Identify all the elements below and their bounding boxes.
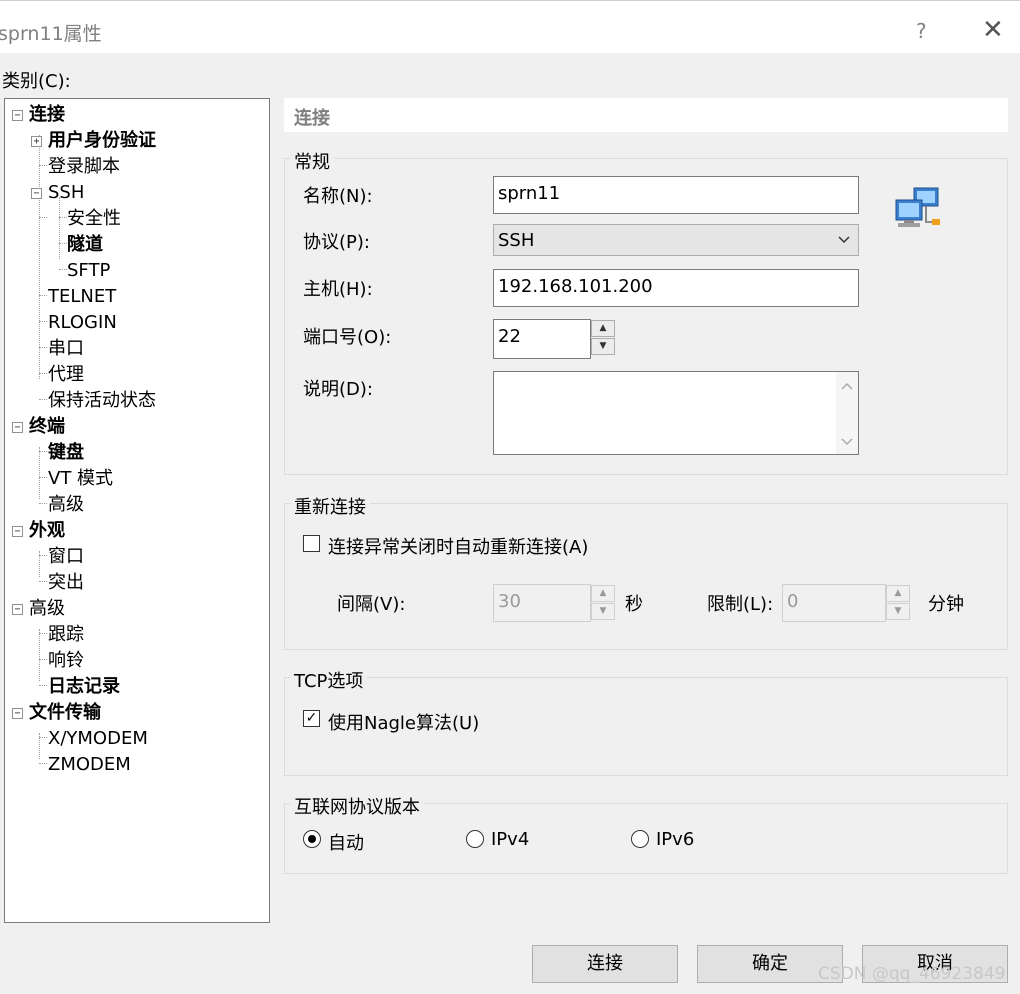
connect-button[interactable]: 连接	[532, 945, 678, 983]
tree-item-terminal[interactable]: 终端	[29, 414, 65, 440]
chevron-down-icon	[838, 236, 850, 244]
tree-item-logging[interactable]: 日志记录	[48, 674, 120, 700]
nagle-checkbox[interactable]: ✓	[303, 710, 320, 727]
close-icon[interactable]: ✕	[982, 15, 1004, 45]
title-bar: sprn11属性 ? ✕	[0, 0, 1020, 53]
protocol-value: SSH	[498, 230, 535, 251]
tree-item-rlogin[interactable]: RLOGIN	[48, 310, 117, 336]
tree-item-vt-mode[interactable]: VT 模式	[48, 466, 113, 492]
auto-reconnect-checkbox[interactable]	[303, 535, 320, 552]
protocol-select[interactable]: SSH	[493, 224, 859, 256]
port-input[interactable]: 22	[493, 319, 591, 359]
tree-item-sftp[interactable]: SFTP	[67, 258, 110, 284]
tree-item-login-script[interactable]: 登录脚本	[48, 154, 120, 180]
reconnect-group-title: 重新连接	[290, 493, 370, 519]
port-spinner[interactable]: ▲ ▼	[591, 320, 615, 356]
interval-input[interactable]: 30	[493, 584, 591, 622]
tree-item-security[interactable]: 安全性	[67, 206, 121, 232]
nagle-label[interactable]: 使用Nagle算法(U)	[328, 709, 479, 735]
ipv6-label[interactable]: IPv6	[656, 829, 694, 850]
port-label: 端口号(O):	[303, 327, 392, 348]
spin-up-icon[interactable]: ▲	[886, 585, 910, 602]
tree-item-telnet[interactable]: TELNET	[48, 284, 116, 310]
section-title: 连接	[294, 108, 330, 129]
tree-item-serial[interactable]: 串口	[48, 336, 84, 362]
tree-item-file-transfer[interactable]: 文件传输	[29, 700, 101, 726]
collapse-icon[interactable]: −	[12, 422, 23, 433]
tree-item-user-auth[interactable]: 用户身份验证	[48, 128, 156, 154]
auto-reconnect-label[interactable]: 连接异常关闭时自动重新连接(A)	[328, 533, 588, 559]
expand-icon[interactable]: +	[31, 136, 42, 147]
limit-spinner[interactable]: ▲ ▼	[886, 585, 910, 621]
collapse-icon[interactable]: −	[12, 604, 23, 615]
collapse-icon[interactable]: −	[12, 110, 23, 121]
tcp-group-title: TCP选项	[290, 667, 368, 693]
general-group-title: 常规	[290, 148, 334, 174]
ip-auto-radio[interactable]	[303, 830, 321, 848]
section-header: 连接	[284, 98, 1008, 132]
category-label: 类别(C):	[2, 71, 71, 92]
collapse-icon[interactable]: −	[12, 708, 23, 719]
ip-version-group-title: 互联网协议版本	[290, 793, 424, 819]
tree-item-advanced[interactable]: 高级	[29, 596, 65, 622]
description-textarea[interactable]	[493, 371, 859, 455]
tree-item-highlight[interactable]: 突出	[48, 570, 84, 596]
name-label: 名称(N):	[303, 186, 373, 207]
window-title: sprn11属性	[0, 23, 102, 45]
tree-item-trace[interactable]: 跟踪	[48, 622, 84, 648]
tree-item-zmodem[interactable]: ZMODEM	[48, 752, 131, 778]
interval-label: 间隔(V):	[337, 594, 406, 615]
tree-item-keepalive[interactable]: 保持活动状态	[48, 388, 156, 414]
collapse-icon[interactable]: −	[31, 188, 42, 199]
protocol-label: 协议(P):	[303, 232, 370, 253]
ip-auto-label[interactable]: 自动	[328, 829, 364, 855]
tree-item-appearance[interactable]: 外观	[29, 518, 65, 544]
limit-input[interactable]: 0	[782, 584, 886, 622]
spin-up-icon[interactable]: ▲	[591, 585, 615, 602]
tree-item-bell[interactable]: 响铃	[48, 648, 84, 674]
host-input[interactable]: 192.168.101.200	[493, 269, 859, 307]
tree-item-proxy[interactable]: 代理	[48, 362, 84, 388]
help-icon[interactable]: ?	[916, 19, 927, 43]
reconnect-group	[284, 503, 1008, 650]
spin-up-icon[interactable]: ▲	[591, 320, 615, 337]
spin-down-icon[interactable]: ▼	[591, 603, 615, 620]
tree-item-terminal-advanced[interactable]: 高级	[48, 492, 84, 518]
limit-label: 限制(L):	[707, 594, 774, 615]
watermark: CSDN @qq_46923849	[818, 964, 1006, 984]
ipv4-label[interactable]: IPv4	[491, 829, 529, 850]
ipv6-radio[interactable]	[631, 830, 649, 848]
name-input[interactable]: sprn11	[493, 176, 859, 214]
network-computers-icon	[895, 187, 940, 227]
description-label: 说明(D):	[303, 379, 373, 400]
tree-item-tunnel[interactable]: 隧道	[67, 232, 103, 258]
host-label: 主机(H):	[303, 279, 373, 300]
tree-item-xymodem[interactable]: X/YMODEM	[48, 726, 148, 752]
tree-item-window[interactable]: 窗口	[48, 544, 84, 570]
textarea-scrollbar[interactable]	[836, 372, 858, 454]
limit-unit: 分钟	[928, 594, 964, 615]
interval-spinner[interactable]: ▲ ▼	[591, 585, 615, 621]
ipv4-radio[interactable]	[466, 830, 484, 848]
category-tree[interactable]: − + − − − − − 连接 用户身份验证 登录脚本 SSH 安全性 隧道 …	[4, 98, 270, 923]
tree-item-ssh[interactable]: SSH	[48, 180, 84, 206]
spin-down-icon[interactable]: ▼	[886, 603, 910, 620]
interval-unit: 秒	[625, 594, 643, 615]
tree-item-connection[interactable]: 连接	[29, 102, 65, 128]
tree-item-keyboard[interactable]: 键盘	[48, 440, 84, 466]
spin-down-icon[interactable]: ▼	[591, 338, 615, 355]
collapse-icon[interactable]: −	[12, 526, 23, 537]
